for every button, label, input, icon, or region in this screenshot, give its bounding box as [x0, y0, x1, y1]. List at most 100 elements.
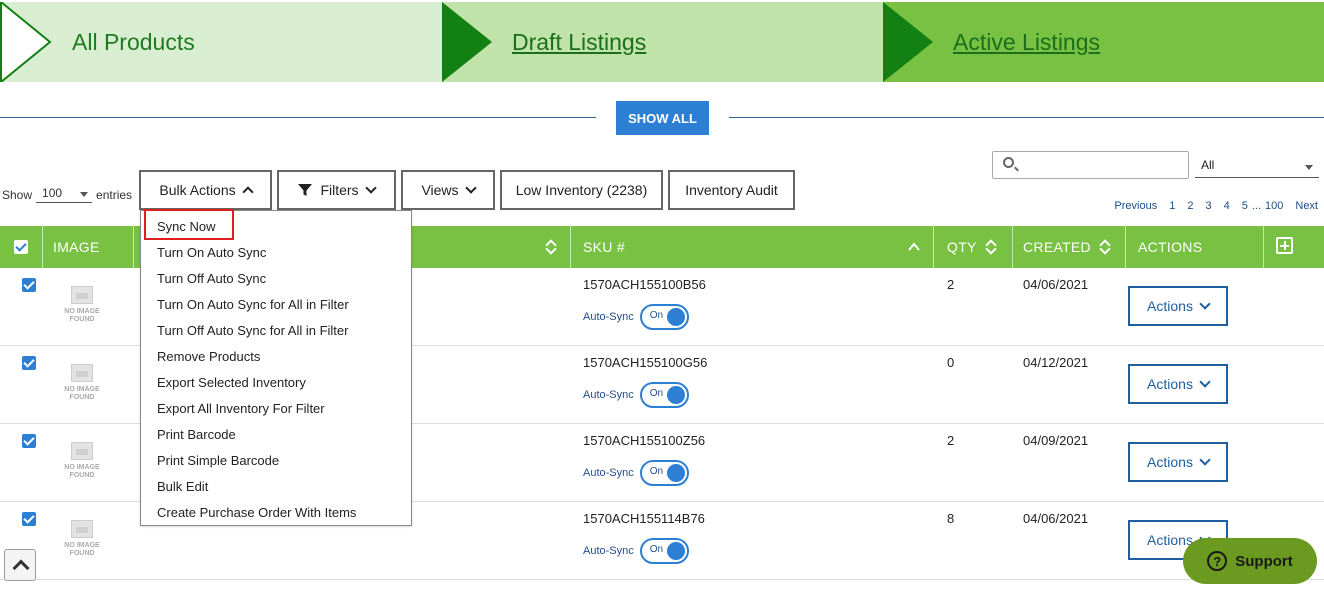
filters-button[interactable]: Filters [277, 170, 396, 210]
views-label: Views [421, 182, 459, 198]
entries-select[interactable]: 100 [36, 186, 93, 203]
step-draft-listings[interactable]: Draft Listings [442, 2, 883, 82]
row-actions-button[interactable]: Actions [1128, 364, 1228, 404]
menu-item-print-barcode[interactable]: Print Barcode [157, 427, 236, 442]
image-placeholder-icon [71, 442, 93, 460]
bulk-actions-button[interactable]: Bulk Actions [139, 170, 272, 210]
qty-value: 0 [947, 355, 955, 370]
row-actions-button[interactable]: Actions [1128, 442, 1228, 482]
menu-item-turn-off-auto-sync-filter[interactable]: Turn Off Auto Sync for All in Filter [157, 323, 348, 338]
low-inventory-label: Low Inventory (2238) [515, 182, 648, 198]
row-checkbox[interactable] [22, 512, 36, 526]
menu-item-create-purchase-order[interactable]: Create Purchase Order With Items [157, 505, 356, 520]
no-image-text: NO IMAGE [64, 464, 100, 471]
autosync-toggle[interactable]: On [639, 460, 689, 486]
chevron-up-icon [241, 186, 254, 198]
created-value: 04/09/2021 [1023, 433, 1089, 448]
scope-select[interactable]: All [1195, 156, 1319, 178]
row-actions-button[interactable]: Actions [1128, 286, 1228, 326]
sort-icon[interactable] [1100, 239, 1110, 255]
step-all-products[interactable]: All Products [0, 2, 442, 82]
pagination-page[interactable]: 2 [1187, 200, 1193, 212]
caret-down-icon [80, 192, 89, 197]
views-button[interactable]: Views [401, 170, 495, 210]
no-image-text: NO IMAGE [64, 542, 100, 549]
show-all-button[interactable]: SHOW ALL [616, 101, 709, 135]
pagination-page[interactable]: 3 [1205, 200, 1211, 212]
support-button[interactable]: ? Support [1183, 538, 1317, 584]
pagination-page[interactable]: 5 [1242, 200, 1248, 212]
toggle-knob [666, 542, 685, 560]
step-label[interactable]: Draft Listings [512, 29, 646, 56]
chevron-down-icon [464, 182, 477, 194]
support-label: Support [1235, 552, 1293, 570]
column-actions: ACTIONS [1138, 239, 1203, 255]
divider-left [0, 117, 596, 118]
created-value: 04/12/2021 [1023, 355, 1089, 370]
sort-ascending-icon[interactable] [908, 242, 920, 252]
menu-item-turn-off-auto-sync[interactable]: Turn Off Auto Sync [157, 271, 266, 286]
autosync-toggle[interactable]: On [639, 382, 689, 408]
scroll-to-top-button[interactable] [4, 549, 36, 581]
menu-item-remove-products[interactable]: Remove Products [157, 349, 260, 364]
search-icon [1003, 157, 1014, 168]
autosync-toggle[interactable]: On [639, 538, 689, 564]
caret-down-icon [1305, 165, 1313, 170]
menu-item-turn-on-auto-sync[interactable]: Turn On Auto Sync [157, 245, 266, 260]
no-image-placeholder: NO IMAGE FOUND [60, 286, 104, 324]
sort-icon[interactable] [546, 239, 556, 255]
menu-item-export-all[interactable]: Export All Inventory For Filter [157, 401, 325, 416]
column-separator [1012, 226, 1013, 268]
low-inventory-button[interactable]: Low Inventory (2238) [500, 170, 663, 210]
row-checkbox[interactable] [22, 434, 36, 448]
menu-item-turn-on-auto-sync-filter[interactable]: Turn On Auto Sync for All in Filter [157, 297, 349, 312]
row-checkbox[interactable] [22, 278, 36, 292]
select-all-checkbox[interactable] [14, 240, 28, 254]
step-arrow-icon [883, 2, 933, 82]
autosync-control: Auto-Sync On [583, 460, 689, 486]
pagination-page[interactable]: 100 [1265, 200, 1283, 212]
column-sku[interactable]: SKU # [583, 226, 625, 268]
no-image-placeholder: NO IMAGE FOUND [60, 442, 104, 480]
autosync-toggle[interactable]: On [639, 304, 689, 330]
divider-right [729, 117, 1324, 118]
toggle-knob [666, 386, 685, 404]
qty-value: 8 [947, 511, 955, 526]
sku-value: 1570ACH155100Z56 [583, 433, 706, 448]
menu-item-export-selected[interactable]: Export Selected Inventory [157, 375, 306, 390]
no-image-text: FOUND [69, 394, 95, 401]
actions-label: Actions [1147, 376, 1193, 392]
column-created[interactable]: CREATED [1023, 226, 1091, 268]
actions-label: Actions [1147, 298, 1193, 314]
pagination-next[interactable]: Next [1295, 200, 1318, 212]
no-image-placeholder: NO IMAGE FOUND [60, 364, 104, 402]
entries-control: Show 100 entries [2, 186, 132, 203]
created-value: 04/06/2021 [1023, 511, 1089, 526]
step-arrow-icon [0, 2, 52, 82]
search-input[interactable] [992, 151, 1189, 179]
column-separator [133, 226, 134, 268]
autosync-control: Auto-Sync On [583, 538, 689, 564]
no-image-text: NO IMAGE [64, 386, 100, 393]
pagination: Previous 1 2 3 4 5 ... 100 Next [1114, 200, 1318, 212]
step-label[interactable]: Active Listings [953, 29, 1100, 56]
inventory-audit-button[interactable]: Inventory Audit [668, 170, 795, 210]
column-separator [933, 226, 934, 268]
entries-suffix: entries [96, 187, 133, 202]
column-qty[interactable]: QTY [947, 226, 977, 268]
pagination-previous[interactable]: Previous [1114, 200, 1157, 212]
sku-value: 1570ACH155114B76 [583, 511, 705, 526]
pagination-page[interactable]: 1 [1169, 200, 1175, 212]
autosync-label: Auto-Sync [583, 389, 634, 401]
pagination-ellipsis: ... [1251, 200, 1262, 212]
actions-label: Actions [1147, 532, 1193, 548]
add-column-icon[interactable] [1276, 237, 1293, 254]
step-label: All Products [72, 29, 195, 55]
step-active-listings[interactable]: Active Listings [883, 2, 1324, 82]
menu-item-print-simple-barcode[interactable]: Print Simple Barcode [157, 453, 279, 468]
row-checkbox[interactable] [22, 356, 36, 370]
toggle-label: On [649, 544, 664, 555]
menu-item-bulk-edit[interactable]: Bulk Edit [157, 479, 208, 494]
sort-icon[interactable] [986, 239, 996, 255]
pagination-page[interactable]: 4 [1224, 200, 1230, 212]
